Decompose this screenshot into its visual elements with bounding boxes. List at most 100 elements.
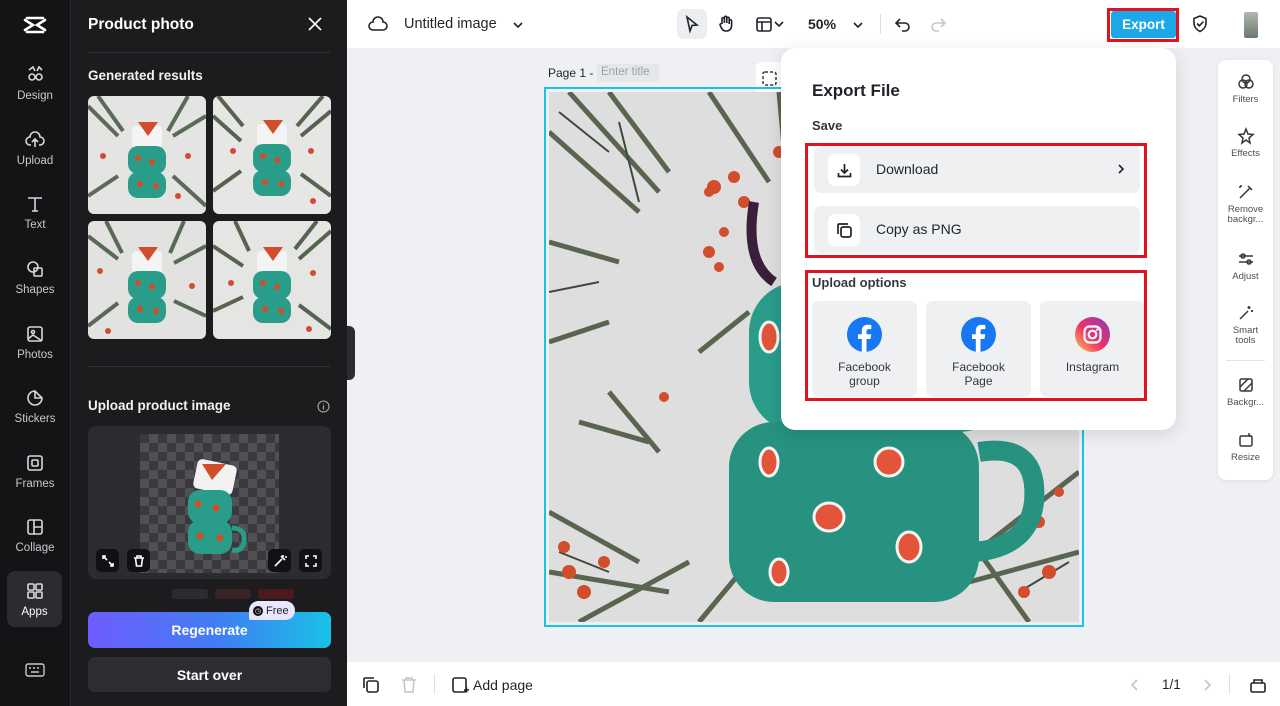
info-icon[interactable] (317, 400, 330, 413)
stickers-icon (27, 389, 43, 406)
rail-item-label: Upload (16, 154, 54, 167)
regenerate-button[interactable]: Regenerate (88, 612, 331, 648)
product-photo-panel: Product photo Generated results Upload p… (71, 0, 347, 706)
rail-item-apps[interactable]: Apps (7, 571, 62, 627)
tool-label: Backgr... (1227, 397, 1264, 408)
divider (1229, 674, 1230, 694)
rail-item-design[interactable]: Design (6, 54, 64, 112)
replace-icon (101, 554, 114, 567)
tool-effects[interactable]: Effects (1218, 127, 1273, 159)
coin-icon: ◷ (253, 605, 263, 616)
add-page-icon[interactable] (450, 675, 470, 695)
effects-icon (1236, 127, 1255, 145)
rail-item-collage[interactable]: Collage (6, 506, 64, 564)
tool-label: Remove backgr... (1227, 205, 1264, 225)
apps-grid-icon (26, 582, 43, 599)
chevron-down-icon[interactable] (508, 15, 528, 35)
background-icon (1238, 378, 1253, 392)
smart-tools-icon (1238, 306, 1253, 320)
trash-icon (133, 554, 144, 567)
divider (1226, 360, 1265, 361)
tool-label: Smart tools (1232, 325, 1259, 346)
scene-option-chip[interactable] (172, 589, 208, 599)
pointer-icon[interactable] (682, 14, 702, 34)
tool-filters[interactable]: Filters (1218, 73, 1273, 105)
add-page-button[interactable]: Add page (473, 677, 533, 693)
capcut-logo-icon[interactable] (22, 12, 48, 38)
tool-background[interactable]: Backgr... (1218, 376, 1273, 408)
cloud-upload-icon (25, 130, 45, 147)
page-counter: 1/1 (1162, 677, 1181, 692)
highlight-box (805, 270, 1147, 401)
divider (434, 674, 435, 694)
shapes-icon (27, 260, 43, 277)
rail-item-label: Photos (17, 348, 53, 361)
generated-result-thumb[interactable] (213, 96, 331, 214)
left-rail: Design Upload Text Shapes Photos Sticker… (0, 0, 71, 706)
expand-icon (304, 554, 317, 567)
rail-item-label: Text (24, 218, 46, 231)
edit-cutout-button[interactable] (268, 549, 291, 572)
avatar[interactable] (1244, 12, 1258, 38)
delete-image-button[interactable] (127, 549, 150, 572)
rail-item-upload[interactable]: Upload (6, 119, 64, 177)
rail-item-label: Design (17, 89, 53, 102)
chevron-down-icon[interactable] (848, 15, 868, 35)
chevron-left-icon[interactable] (1125, 675, 1145, 695)
generated-result-thumb[interactable] (88, 96, 206, 214)
rail-item-photos[interactable]: Photos (6, 313, 64, 371)
export-popup-title: Export File (812, 81, 900, 100)
duplicate-page-icon[interactable] (361, 675, 381, 695)
page-title-input[interactable]: Enter title (597, 64, 659, 82)
tool-resize[interactable]: Resize (1218, 431, 1273, 463)
design-icon (28, 65, 43, 81)
adjust-icon (1238, 253, 1253, 265)
start-over-button[interactable]: Start over (88, 657, 331, 692)
undo-icon[interactable] (893, 14, 913, 34)
delete-page-icon[interactable] (399, 675, 419, 695)
tool-adjust[interactable]: Adjust (1218, 250, 1273, 282)
rail-item-frames[interactable]: Frames (6, 442, 64, 500)
rail-item-label: Frames (15, 477, 55, 490)
replace-image-button[interactable] (96, 549, 119, 572)
bottom-bar: Add page 1/1 (347, 662, 1280, 706)
fullscreen-button[interactable] (299, 549, 322, 572)
zoom-level[interactable]: 50% (808, 16, 836, 32)
export-file-popup: Export File Save Download Copy as PNG Up… (781, 48, 1176, 430)
tool-label: Effects (1231, 148, 1260, 159)
close-icon[interactable] (307, 16, 323, 32)
tool-remove-background[interactable]: Remove backgr... (1218, 183, 1273, 225)
layout-icon[interactable] (754, 14, 774, 34)
right-toolbar: Filters Effects Remove backgr... Adjust … (1218, 60, 1273, 480)
rail-item-shapes[interactable]: Shapes (6, 248, 64, 306)
generated-result-thumb[interactable] (213, 221, 331, 339)
panel-collapse-handle[interactable] (347, 326, 355, 380)
divider (88, 52, 330, 53)
redo-icon[interactable] (928, 14, 948, 34)
chevron-right-icon[interactable] (1197, 675, 1217, 695)
document-title[interactable]: Untitled image (404, 16, 497, 32)
shield-icon[interactable] (1190, 14, 1210, 34)
save-section-label: Save (812, 118, 843, 133)
pages-panel-icon[interactable] (1248, 675, 1268, 695)
panel-title: Product photo (88, 16, 194, 33)
cloud-save-icon[interactable] (368, 14, 388, 34)
chevron-down-icon[interactable] (773, 14, 785, 34)
rail-item-text[interactable]: Text (6, 183, 64, 241)
scene-option-chip[interactable] (258, 589, 294, 599)
divider (88, 366, 330, 367)
photos-icon (27, 325, 43, 342)
rail-item-label: Stickers (14, 412, 56, 425)
tool-label: Adjust (1232, 271, 1259, 282)
rail-item-label: Collage (15, 541, 55, 554)
collage-icon (27, 518, 43, 535)
text-icon (28, 196, 42, 212)
page-label: Page 1 - (548, 66, 594, 80)
keyboard-icon[interactable] (25, 662, 45, 678)
hand-tool-icon[interactable] (716, 14, 736, 34)
generated-result-thumb[interactable] (88, 221, 206, 339)
scene-option-chip[interactable] (215, 589, 251, 599)
rail-item-stickers[interactable]: Stickers (6, 377, 64, 435)
tool-label: Resize (1230, 452, 1261, 463)
tool-smart-tools[interactable]: Smart tools (1218, 304, 1273, 346)
